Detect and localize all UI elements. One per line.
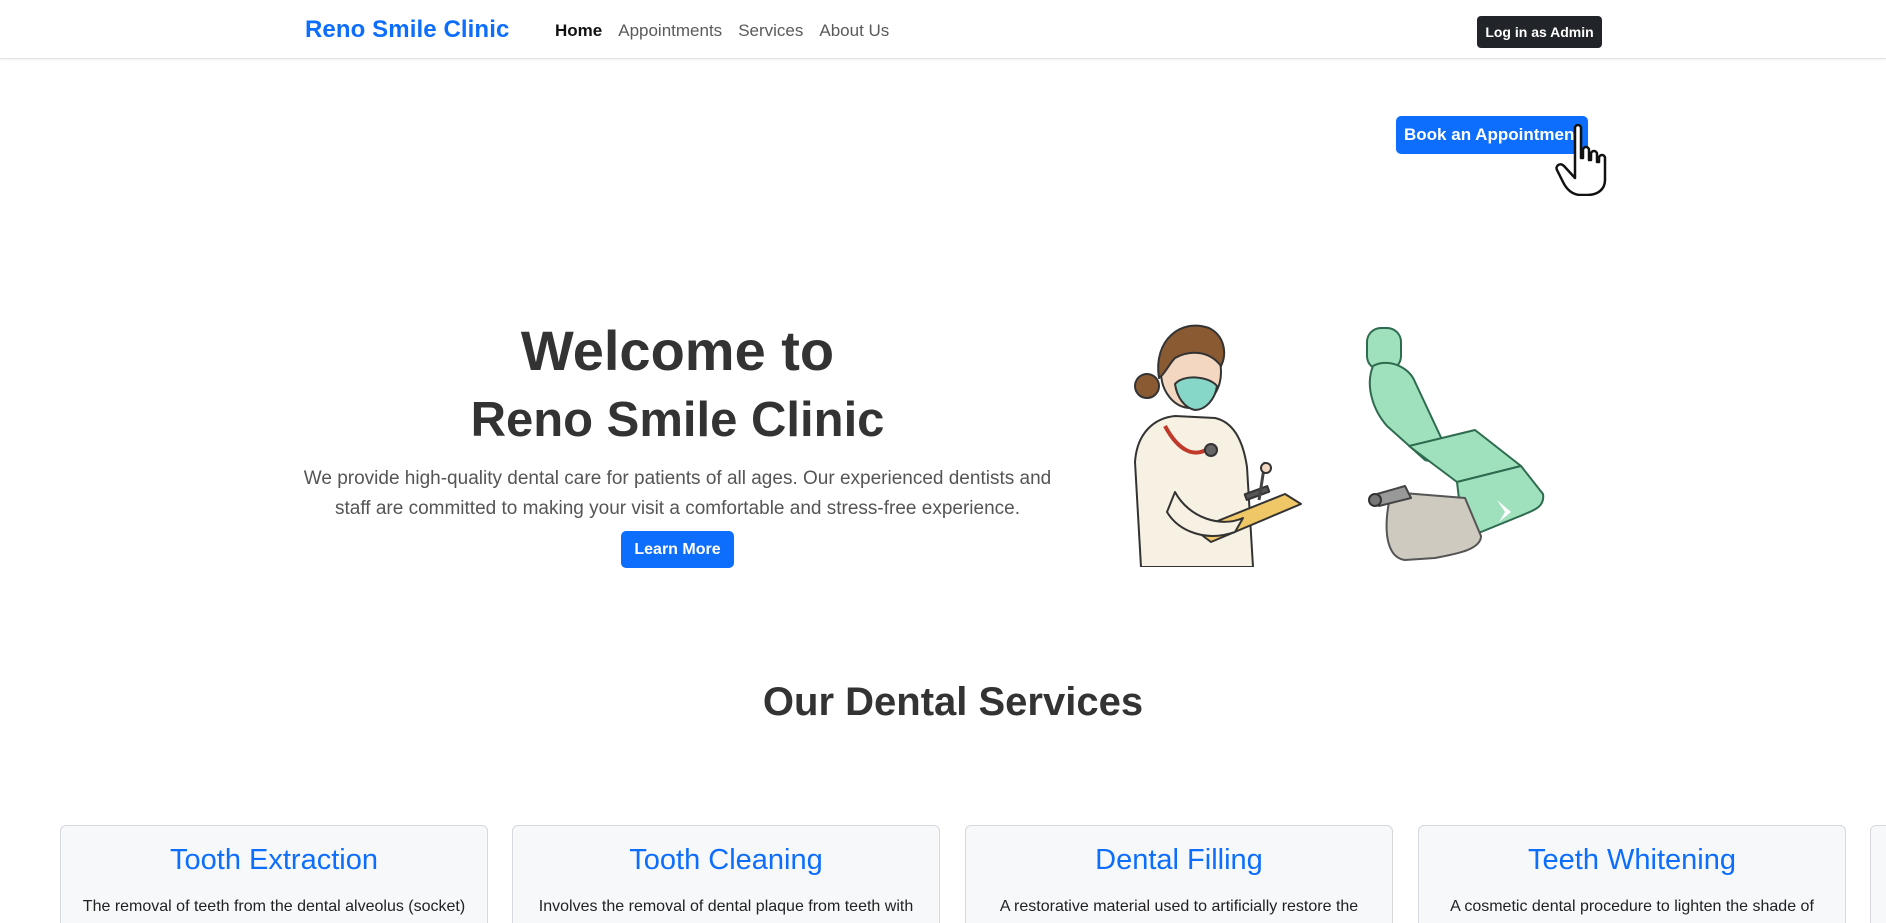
- hero-title-line1: Welcome to: [520, 319, 835, 382]
- service-card-text: A restorative material used to artificia…: [999, 898, 1359, 915]
- nav-link-home[interactable]: Home: [555, 21, 602, 41]
- service-card-title: Tooth Extraction: [170, 844, 378, 876]
- nav-link-services[interactable]: Services: [738, 21, 803, 41]
- hero-description: We provide high-quality dental care for …: [303, 468, 1052, 519]
- service-card-title: Tooth Cleaning: [629, 844, 823, 876]
- nav-link-appointments[interactable]: Appointments: [618, 21, 722, 41]
- top-navbar: Reno Smile Clinic Home Appointments Serv…: [0, 0, 1886, 59]
- service-card-dental-filling[interactable]: Dental Filling A restorative material us…: [965, 825, 1393, 923]
- dentist-figure: [1134, 324, 1302, 567]
- service-card-partial[interactable]: [1870, 825, 1886, 923]
- learn-more-button[interactable]: Learn More: [621, 531, 734, 568]
- service-card-title: Dental Filling: [1095, 844, 1263, 876]
- service-card-tooth-cleaning[interactable]: Tooth Cleaning Involves the removal of d…: [512, 825, 940, 923]
- service-card-title: Teeth Whitening: [1528, 844, 1736, 876]
- dental-chair: [1366, 327, 1545, 561]
- service-card-text: Involves the removal of dental plaque fr…: [538, 898, 914, 915]
- admin-login-button[interactable]: Log in as Admin: [1477, 16, 1602, 48]
- service-card-teeth-whitening[interactable]: Teeth Whitening A cosmetic dental proced…: [1418, 825, 1846, 923]
- nav-links: Home Appointments Services About Us: [555, 21, 889, 41]
- service-card-text: A cosmetic dental procedure to lighten t…: [1450, 898, 1814, 915]
- dentist-and-dental-chair-illustration: [1134, 324, 1545, 567]
- hero-title-line2: Reno Smile Clinic: [470, 393, 885, 447]
- brand-logo[interactable]: Reno Smile Clinic: [305, 16, 509, 44]
- nav-link-about-us[interactable]: About Us: [819, 21, 889, 41]
- services-section-title: Our Dental Services: [762, 680, 1144, 724]
- service-card-text: The removal of teeth from the dental alv…: [82, 898, 466, 915]
- hand-pointer-icon: [1555, 124, 1607, 196]
- service-card-tooth-extraction[interactable]: Tooth Extraction The removal of teeth fr…: [60, 825, 488, 923]
